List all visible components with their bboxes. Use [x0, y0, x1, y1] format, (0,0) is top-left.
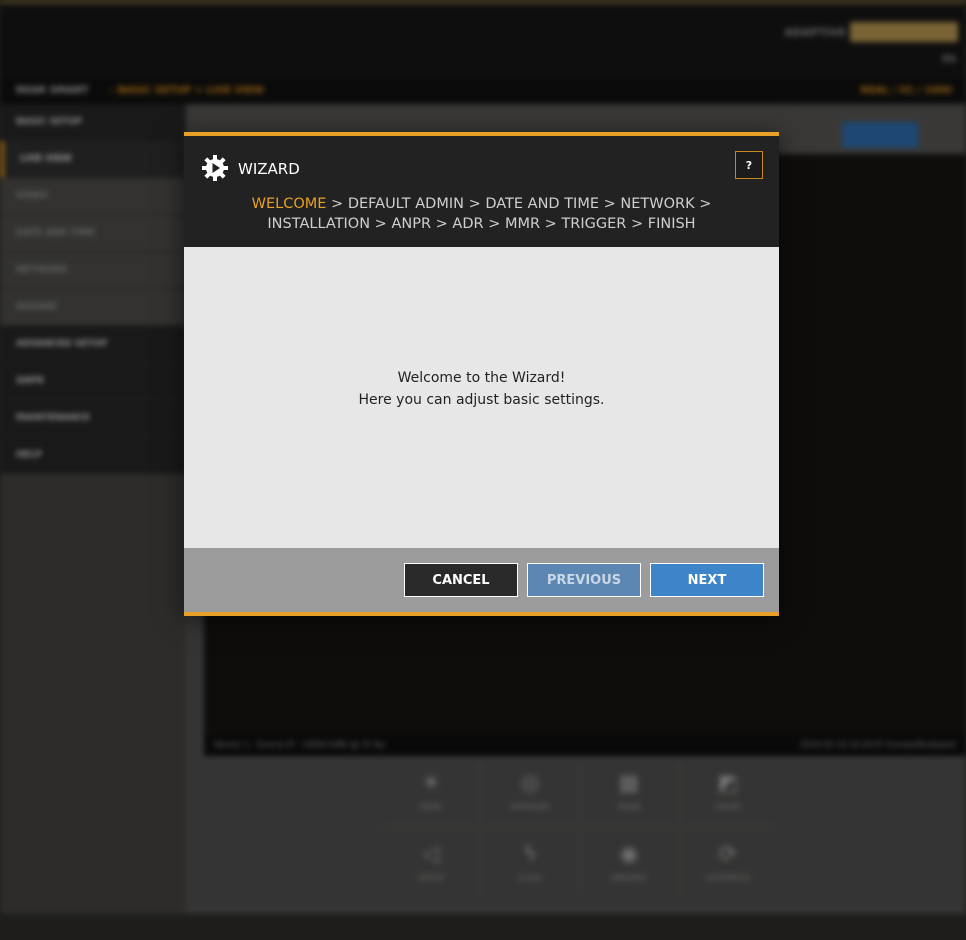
wizard-step: FINISH [647, 216, 696, 232]
wizard-step: ADR [452, 216, 484, 232]
step-separator: > [331, 196, 344, 212]
previous-button[interactable]: PREVIOUS [527, 563, 641, 597]
wizard-title: WIZARD [238, 160, 300, 178]
wizard-header: WIZARD ? WELCOME > DEFAULT ADMIN > DATE … [184, 136, 779, 247]
wizard-footer: CANCEL PREVIOUS NEXT [184, 548, 779, 612]
wizard-step: NETWORK [620, 196, 695, 212]
next-button[interactable]: NEXT [650, 563, 764, 597]
wizard-step: DEFAULT ADMIN [347, 196, 464, 212]
wizard-dialog: WIZARD ? WELCOME > DEFAULT ADMIN > DATE … [184, 132, 779, 616]
step-separator: > [435, 216, 448, 232]
wizard-step: INSTALLATION [267, 216, 371, 232]
wizard-step: MMR [504, 216, 541, 232]
cancel-button[interactable]: CANCEL [404, 563, 518, 597]
step-separator: > [544, 216, 557, 232]
step-separator: > [603, 196, 616, 212]
gear-play-icon [202, 155, 228, 181]
wizard-step: TRIGGER [561, 216, 627, 232]
step-separator: > [699, 196, 712, 212]
wizard-step: ANPR [391, 216, 432, 232]
wizard-step: DATE AND TIME [485, 196, 600, 212]
help-button[interactable]: ? [735, 151, 763, 179]
welcome-heading: Welcome to the Wizard! [397, 369, 566, 386]
step-separator: > [374, 216, 387, 232]
step-separator: > [468, 196, 481, 212]
step-separator: > [630, 216, 644, 232]
wizard-body: Welcome to the Wizard! Here you can adju… [184, 247, 779, 548]
wizard-steps-line-1: WELCOME > DEFAULT ADMIN > DATE AND TIME … [184, 194, 779, 214]
wizard-step: WELCOME [251, 196, 327, 212]
wizard-steps-line-2: INSTALLATION > ANPR > ADR > MMR > TRIGGE… [184, 214, 779, 234]
welcome-description: Here you can adjust basic settings. [358, 391, 605, 408]
step-separator: > [488, 216, 501, 232]
wizard-steps: WELCOME > DEFAULT ADMIN > DATE AND TIME … [184, 194, 779, 234]
